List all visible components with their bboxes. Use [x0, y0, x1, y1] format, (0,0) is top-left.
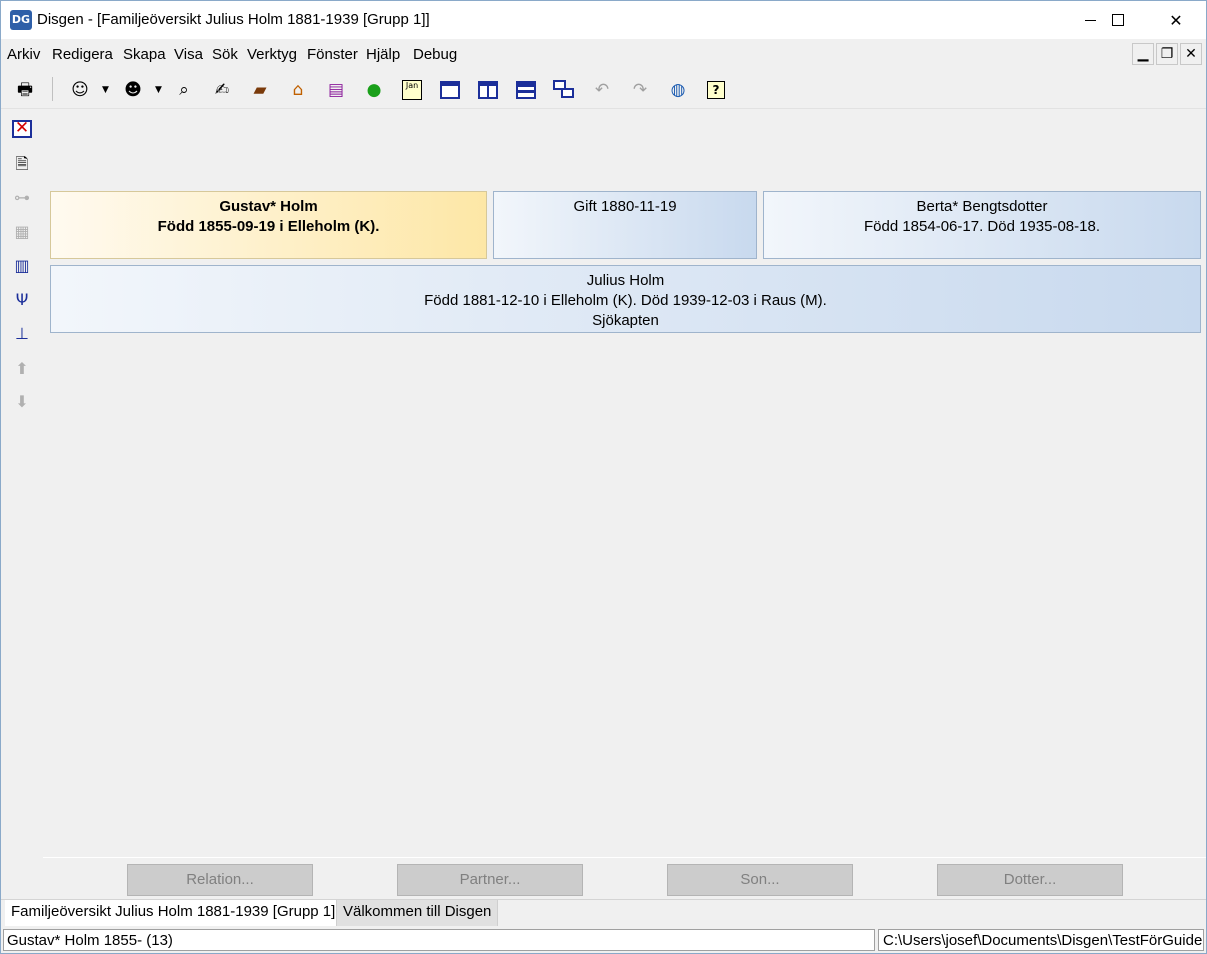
down-icon[interactable]: ⬇	[11, 391, 33, 413]
child-name: Julius Holm	[586, 272, 665, 289]
title-bar: DG Disgen - [Familjeöversikt Julius Holm…	[1, 1, 1206, 39]
up-icon[interactable]: ⬆	[11, 358, 33, 380]
menu-arkiv[interactable]: Arkiv	[7, 46, 40, 63]
relation-button[interactable]: Relation...	[127, 864, 313, 896]
house-icon[interactable]: ⌂	[285, 77, 311, 103]
husband-name: Gustav* Holm	[219, 198, 318, 215]
menu-verktyg[interactable]: Verktyg	[247, 46, 297, 63]
wife-card[interactable]: Berta* Bengtsdotter Född 1854-06-17. Död…	[763, 191, 1201, 259]
child-occupation: Sjökapten	[592, 312, 659, 329]
window-title: Disgen - [Familjeöversikt Julius Holm 18…	[37, 11, 430, 28]
child-details: Född 1881-12-10 i Elleholm (K). Död 1939…	[424, 292, 827, 309]
window-hsplit-icon[interactable]	[513, 77, 539, 103]
person-dropdown-icon[interactable]: ▼	[102, 85, 109, 95]
dotter-button[interactable]: Dotter...	[937, 864, 1123, 896]
window-icon[interactable]	[437, 77, 463, 103]
map-icon[interactable]: ●	[361, 77, 387, 103]
undo-icon[interactable]: ↶	[589, 77, 615, 103]
menu-redigera[interactable]: Redigera	[52, 46, 113, 63]
maximize-button[interactable]	[1089, 1, 1147, 39]
tab-valkommen[interactable]: Välkommen till Disgen	[336, 900, 499, 926]
menu-debug[interactable]: Debug	[413, 46, 457, 63]
mdi-close-button[interactable]: ✕	[1180, 43, 1202, 65]
marriage-text: Gift 1880-11-19	[573, 198, 677, 215]
tree-icon[interactable]: ⊶	[11, 187, 33, 209]
toolbar-separator	[52, 77, 53, 101]
mdi-restore-button[interactable]: ❐	[1156, 43, 1178, 65]
mdi-controls: ▁ ❐ ✕	[1132, 43, 1202, 65]
ancestors-icon[interactable]: Ψ	[11, 289, 33, 311]
status-person: Gustav* Holm 1855- (13)	[3, 929, 875, 951]
status-path: C:\Users\josef\Documents\Disgen\TestFörG…	[878, 929, 1204, 951]
son-button[interactable]: Son...	[667, 864, 853, 896]
app-window: DG Disgen - [Familjeöversikt Julius Holm…	[0, 0, 1207, 954]
action-bar: Relation... Partner... Son... Dotter...	[43, 857, 1206, 899]
app-icon: DG	[10, 10, 32, 30]
printer-icon[interactable]: 🖶	[12, 77, 38, 103]
window-tabs: Familjeöversikt Julius Holm 1881-1939 [G…	[1, 899, 1206, 926]
mdi-minimize-button[interactable]: ▁	[1132, 43, 1154, 65]
tab-familjeoversikt[interactable]: Familjeöversikt Julius Holm 1881-1939 [G…	[5, 900, 342, 926]
document-edit-icon[interactable]: 🗎	[11, 153, 33, 175]
husband-details: Född 1855-09-19 i Elleholm (K).	[157, 218, 380, 235]
marriage-card[interactable]: Gift 1880-11-19	[493, 191, 757, 259]
binoculars-icon[interactable]: ⌕	[171, 77, 197, 103]
globe-icon[interactable]: ◍	[665, 77, 691, 103]
menu-visa[interactable]: Visa	[174, 46, 203, 63]
menu-bar: Arkiv Redigera Skapa Visa Sök Verktyg Fö…	[1, 42, 1206, 68]
wife-details: Född 1854-06-17. Död 1935-08-18.	[863, 218, 1100, 235]
wife-name: Berta* Bengtsdotter	[916, 198, 1048, 215]
person-search-dropdown-icon[interactable]: ▼	[155, 85, 162, 95]
calendar-label: Jan	[402, 80, 422, 100]
sheet-icon[interactable]: ▦	[11, 221, 33, 243]
person-icon[interactable]: ☺	[67, 77, 93, 103]
close-button[interactable]: ✕	[1147, 1, 1205, 39]
menu-skapa[interactable]: Skapa	[123, 46, 166, 63]
calendar-icon[interactable]: Jan	[399, 77, 425, 103]
columns-icon[interactable]: ▥	[11, 255, 33, 277]
partner-button[interactable]: Partner...	[397, 864, 583, 896]
book-icon[interactable]: ▰	[247, 77, 273, 103]
window-vsplit-icon[interactable]	[475, 77, 501, 103]
menu-hjalp[interactable]: Hjälp	[366, 46, 400, 63]
window-cascade-icon[interactable]	[551, 77, 577, 103]
help-icon[interactable]: ?	[703, 77, 729, 103]
redo-icon[interactable]: ↷	[627, 77, 653, 103]
books-icon[interactable]: ▤	[323, 77, 349, 103]
status-bar: Gustav* Holm 1855- (13) C:\Users\josef\D…	[1, 927, 1206, 953]
close-view-icon[interactable]: ✕	[11, 118, 33, 140]
descendants-icon[interactable]: ⊥	[11, 323, 33, 345]
menu-fonster[interactable]: Fönster	[307, 46, 358, 63]
person-search-icon[interactable]: ☻	[120, 77, 146, 103]
menu-sok[interactable]: Sök	[212, 46, 238, 63]
husband-card[interactable]: Gustav* Holm Född 1855-09-19 i Elleholm …	[50, 191, 487, 259]
handshake-icon[interactable]: ✍	[209, 77, 235, 103]
toolbar: 🖶 ☺ ▼ ☻ ▼ ⌕ ✍ ▰ ⌂ ▤ ● Jan ↶ ↷ ◍ ?	[1, 71, 1206, 109]
child-card[interactable]: Julius Holm Född 1881-12-10 i Elleholm (…	[50, 265, 1201, 333]
